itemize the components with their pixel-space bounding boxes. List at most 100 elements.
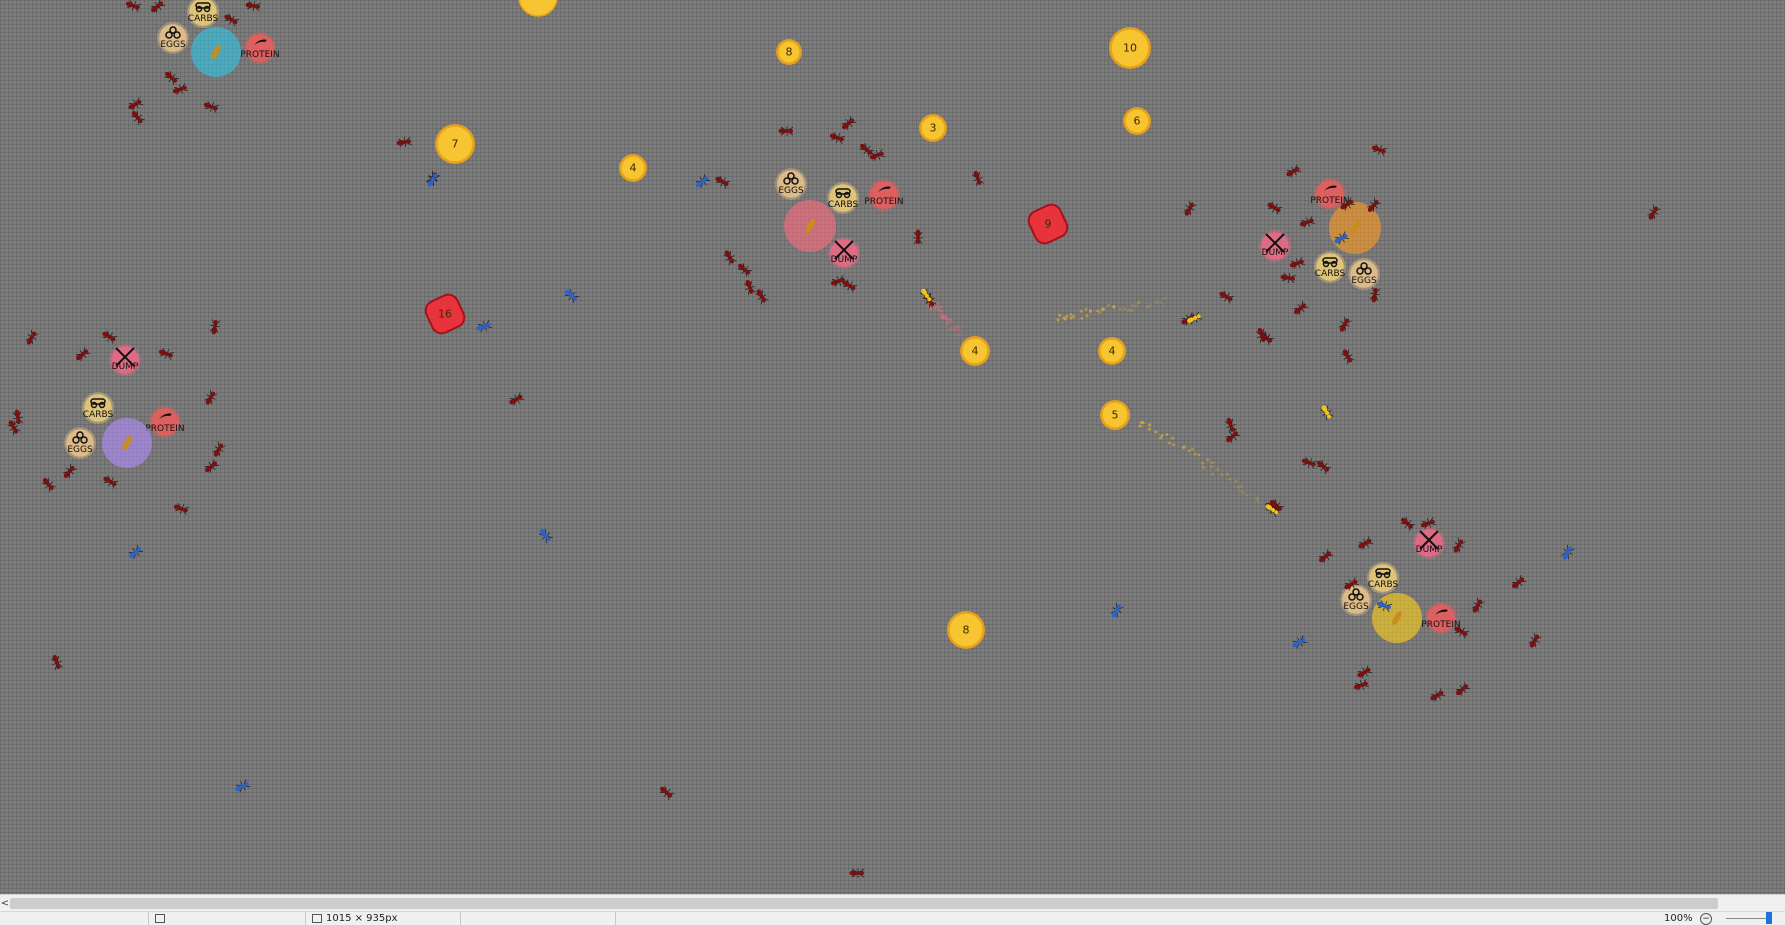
pheromone-trail bbox=[1056, 296, 1167, 321]
worker-ant-icon bbox=[40, 475, 57, 493]
sugar-food-source[interactable]: 4 bbox=[1098, 337, 1126, 365]
scout-ant-icon bbox=[562, 287, 580, 304]
worker-ant-icon bbox=[1339, 347, 1355, 365]
empty-segment bbox=[460, 912, 617, 925]
carbs-zone[interactable]: CARBS bbox=[827, 182, 859, 214]
eggs-zone-label: EGGS bbox=[1351, 276, 1377, 286]
dump-zone-label: DUMP bbox=[1262, 248, 1289, 258]
worker-ant-icon bbox=[753, 287, 769, 305]
horizontal-scrollbar[interactable]: < bbox=[0, 894, 1785, 912]
eggs-zone[interactable]: EGGS bbox=[157, 22, 189, 54]
scout-ant-icon bbox=[537, 526, 554, 544]
queen-chamber[interactable] bbox=[192, 28, 240, 76]
carbs-zone[interactable]: CARBS bbox=[1367, 562, 1399, 594]
dump-zone-label: DUMP bbox=[112, 362, 139, 372]
food-amount: 4 bbox=[972, 345, 979, 358]
worker-ant-icon bbox=[23, 329, 39, 347]
carbs-zone-label: CARBS bbox=[828, 200, 859, 210]
food-amount: 10 bbox=[1123, 42, 1137, 55]
scout-ant-icon bbox=[1559, 544, 1575, 562]
zoom-out-button[interactable]: − bbox=[1700, 913, 1712, 925]
sugar-food-source[interactable]: 8 bbox=[947, 611, 985, 649]
worker-ant-icon bbox=[779, 126, 794, 136]
sugar-food-source[interactable]: 5 bbox=[1100, 400, 1130, 430]
zoom-slider-thumb[interactable] bbox=[1766, 912, 1772, 924]
eggs-zone[interactable]: EGGS bbox=[775, 168, 807, 200]
pheromone-trail bbox=[1139, 421, 1275, 511]
sugar-food-source[interactable]: 4 bbox=[619, 154, 647, 182]
worker-ant-icon bbox=[1469, 597, 1485, 615]
carbs-zone-label: CARBS bbox=[1368, 580, 1399, 590]
scout-ant-icon bbox=[1108, 602, 1124, 620]
queen-chamber[interactable] bbox=[785, 201, 835, 251]
colony-cyan: CARBS EGGS PROTEIN bbox=[157, 0, 280, 76]
eggs-zone-label: EGGS bbox=[67, 445, 93, 455]
eggs-zone[interactable]: EGGS bbox=[1348, 258, 1380, 290]
worker-ant-icon bbox=[1509, 574, 1527, 591]
worker-ant-icon bbox=[1280, 272, 1296, 284]
scroll-left-arrow-icon[interactable]: < bbox=[0, 897, 10, 910]
empty-segment-2 bbox=[615, 912, 1622, 925]
worker-ant-icon bbox=[1526, 632, 1542, 650]
food-amount: 9 bbox=[1045, 218, 1052, 231]
worker-ant-icon bbox=[1398, 515, 1416, 532]
eggs-zone-label: EGGS bbox=[160, 40, 186, 50]
selection-segment bbox=[148, 912, 305, 925]
sugar-food-source[interactable]: 10 bbox=[1109, 27, 1151, 69]
sugar-food-source[interactable]: 4 bbox=[960, 336, 990, 366]
eggs-zone[interactable]: EGGS bbox=[64, 427, 96, 459]
food-amount: 7 bbox=[452, 138, 459, 151]
eggs-zone-label: EGGS bbox=[778, 186, 804, 196]
scout-ant-icon bbox=[126, 544, 144, 561]
worker-ant-icon bbox=[913, 230, 923, 245]
status-bar: 1015 × 935px 100% − bbox=[0, 911, 1785, 925]
carbs-zone[interactable]: CARBS bbox=[1314, 251, 1346, 283]
dump-zone[interactable]: DUMP bbox=[109, 344, 141, 376]
sugar-food-source[interactable]: 8 bbox=[776, 39, 802, 65]
worker-ant-icon bbox=[657, 784, 675, 801]
meat-food-source[interactable]: 16 bbox=[422, 291, 467, 336]
dump-zone[interactable]: DUMP bbox=[828, 237, 860, 269]
protein-zone[interactable]: PROTEIN bbox=[145, 406, 184, 438]
worker-ant-icon bbox=[970, 169, 984, 186]
carbs-zone[interactable]: CARBS bbox=[82, 392, 114, 424]
dump-zone[interactable]: DUMP bbox=[1259, 230, 1291, 262]
protein-zone[interactable]: PROTEIN bbox=[240, 32, 279, 64]
worker-ant-icon bbox=[1428, 688, 1446, 704]
worker-ant-icon bbox=[202, 458, 220, 475]
worker-ant-icon bbox=[1314, 458, 1332, 475]
simulation-canvas[interactable]: 8 10 7 3 6 4 9 16 4 4 5 8 CARBS EGGS PROTEIN EGGS CARBS D… bbox=[0, 0, 1785, 894]
zoom-slider-track[interactable] bbox=[1726, 918, 1770, 919]
sugar-food-source[interactable]: 3 bbox=[919, 114, 947, 142]
scrollbar-thumb[interactable] bbox=[10, 898, 1718, 909]
worker-ant-icon bbox=[1298, 215, 1315, 229]
worker-ant-icon bbox=[828, 130, 845, 144]
food-amount: 4 bbox=[1109, 345, 1116, 358]
colony-pink: EGGS CARBS DUMP PROTEIN bbox=[775, 168, 904, 269]
worker-ant-icon bbox=[157, 346, 174, 360]
sugar-food-source[interactable]: 6 bbox=[1123, 107, 1151, 135]
sugar-food-source[interactable]: 7 bbox=[435, 124, 475, 164]
food-amount: 8 bbox=[786, 46, 793, 59]
protein-zone[interactable]: PROTEIN bbox=[864, 179, 903, 211]
queen-chamber[interactable] bbox=[1373, 594, 1421, 642]
sugar-food-source[interactable] bbox=[519, 0, 557, 16]
worker-ant-icon bbox=[202, 99, 219, 113]
dimensions-segment: 1015 × 935px bbox=[305, 912, 462, 925]
worker-ant-icon bbox=[713, 173, 731, 189]
worker-ant-icon bbox=[1450, 537, 1466, 555]
worker-ant-icon bbox=[1356, 536, 1374, 552]
worker-ant-icon bbox=[396, 136, 412, 148]
eggs-zone[interactable]: EGGS bbox=[1340, 584, 1372, 616]
worker-ant-icon bbox=[735, 261, 753, 278]
simulation-scene: 8 1073649164 458CARBSEGGSPROTEINEGGSCARBSD… bbox=[0, 0, 1785, 894]
queen-chamber[interactable] bbox=[103, 419, 151, 467]
worker-ant-icon bbox=[162, 69, 180, 86]
colony-purple: DUMP CARBS PROTEIN EGGS bbox=[64, 344, 185, 467]
meat-food-source[interactable]: 9 bbox=[1025, 201, 1070, 246]
carbs-zone[interactable]: CARBS bbox=[187, 0, 219, 28]
worker-ant-icon bbox=[245, 0, 261, 12]
dump-zone[interactable]: DUMP bbox=[1413, 527, 1445, 559]
worker-ant-icon bbox=[742, 278, 756, 295]
worker-ant-icon bbox=[839, 115, 857, 132]
